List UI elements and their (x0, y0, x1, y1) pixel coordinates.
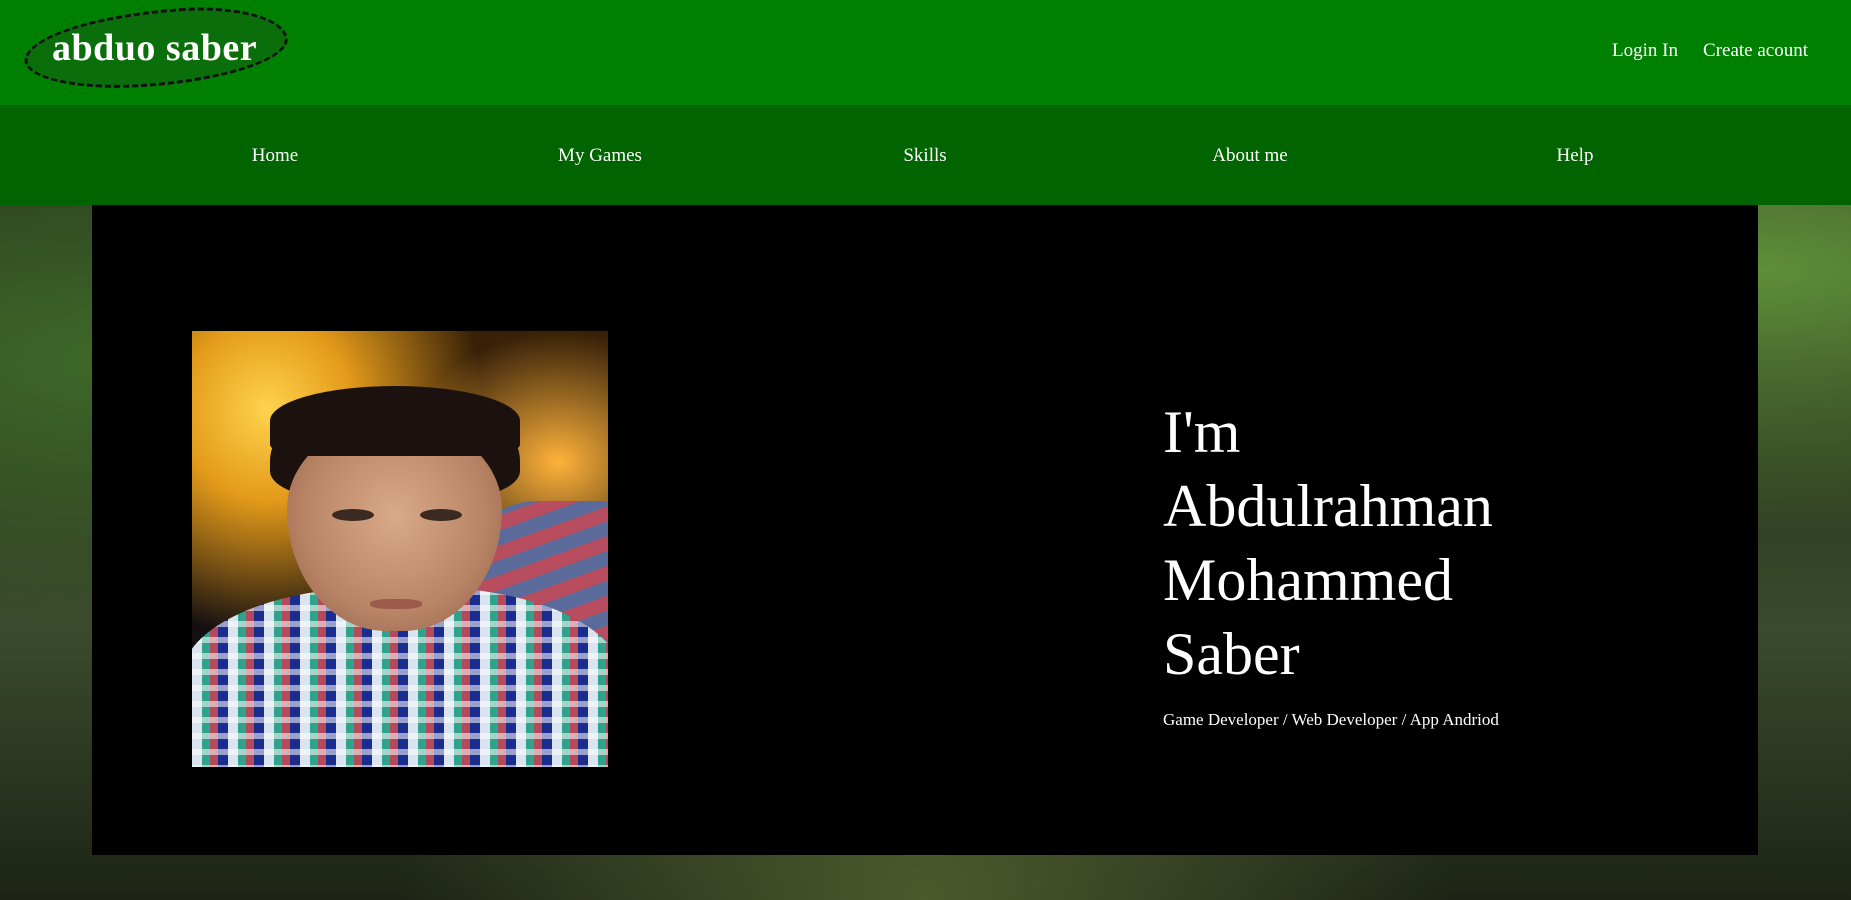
logo-text[interactable]: abduo saber (52, 26, 257, 70)
login-link[interactable]: Login In (1612, 40, 1678, 62)
headline-line: I'm (1163, 399, 1241, 465)
create-account-link[interactable]: Create acount (1703, 40, 1808, 62)
headline-line: Mohammed (1163, 547, 1453, 613)
headline-line: Abdulrahman (1163, 473, 1493, 539)
profile-photo (192, 331, 608, 767)
main-nav: Home My Games Skills About me Help (0, 105, 1851, 205)
nav-item-my-games[interactable]: My Games (558, 145, 642, 167)
photo-eye-right (420, 509, 462, 521)
top-header: abduo saber Login In Create acount (0, 0, 1851, 105)
hero-tagline: Game Developer / Web Developer / App And… (1163, 710, 1499, 729)
photo-eye-left (332, 509, 374, 521)
auth-links: Login In Create acount (1612, 40, 1808, 62)
nav-item-skills[interactable]: Skills (903, 145, 946, 167)
nav-item-home[interactable]: Home (252, 145, 298, 167)
hero-section: I'm Abdulrahman Mohammed Saber Game Deve… (92, 205, 1758, 855)
hero-headline: I'm Abdulrahman Mohammed Saber (1163, 395, 1583, 691)
photo-mouth (370, 599, 422, 609)
headline-line: Saber (1163, 621, 1300, 687)
nav-item-about-me[interactable]: About me (1212, 145, 1287, 167)
photo-hair-top (270, 386, 520, 456)
nav-item-help[interactable]: Help (1557, 145, 1594, 167)
